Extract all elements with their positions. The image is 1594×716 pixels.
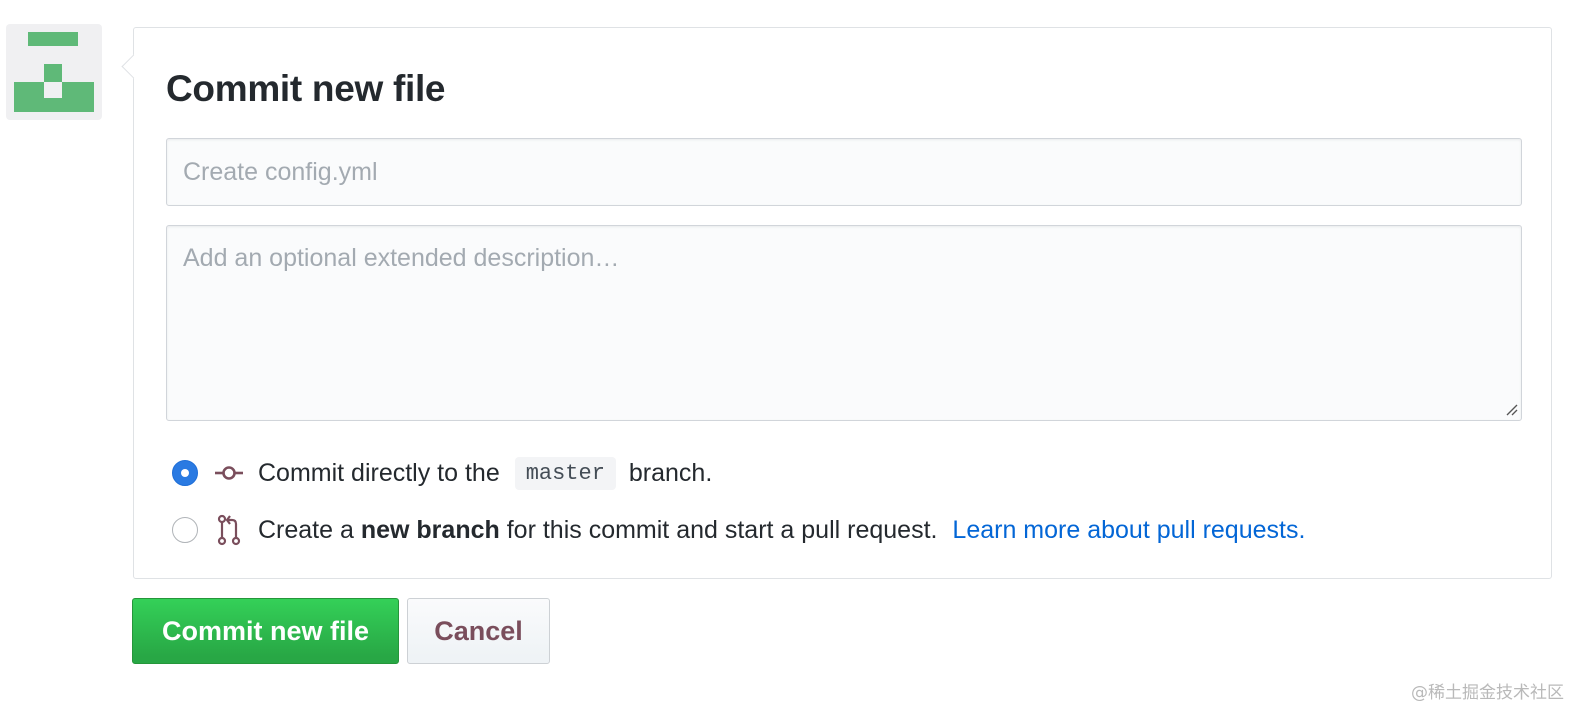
commit-summary-input[interactable] — [166, 138, 1522, 206]
panel-title: Commit new file — [166, 68, 446, 109]
new-branch-label: Create a new branch for this commit and … — [258, 516, 1305, 545]
commit-form-panel: Commit new file Commit directly to the m… — [121, 27, 1552, 579]
identicon-icon — [14, 32, 94, 112]
git-pull-request-icon — [214, 514, 244, 546]
option-text: Create a — [258, 515, 354, 544]
resize-grip-icon[interactable] — [1506, 404, 1518, 416]
option-text: for this commit and start a pull request… — [506, 515, 938, 544]
commit-new-file-button[interactable]: Commit new file — [132, 598, 399, 664]
commit-directly-radio[interactable] — [172, 460, 198, 486]
git-commit-icon — [214, 458, 244, 488]
option-bold-text: new branch — [360, 515, 500, 544]
avatar — [6, 24, 102, 120]
branch-name: master — [514, 456, 616, 490]
cancel-button[interactable]: Cancel — [407, 598, 550, 664]
commit-directly-label: Commit directly to the master branch. — [258, 456, 713, 490]
watermark: @稀土掘金技术社区 — [1411, 683, 1564, 703]
option-text: Commit directly to the — [258, 458, 500, 487]
panel-pointer — [121, 54, 146, 79]
option-text: branch. — [628, 458, 713, 487]
new-branch-option[interactable]: Create a new branch for this commit and … — [172, 510, 1305, 550]
commit-directly-option[interactable]: Commit directly to the master branch. — [172, 453, 712, 493]
learn-more-link[interactable]: Learn more about pull requests. — [952, 516, 1305, 544]
new-branch-radio[interactable] — [172, 517, 198, 543]
commit-description-textarea[interactable] — [166, 225, 1522, 421]
